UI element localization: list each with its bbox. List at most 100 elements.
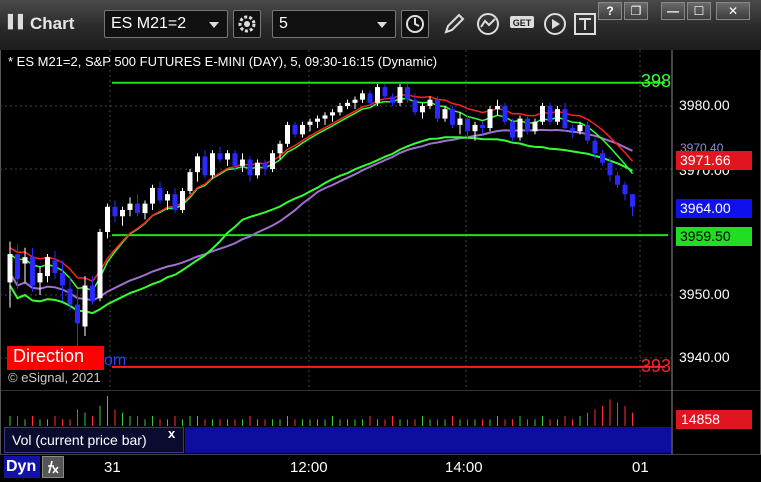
settings-button[interactable] bbox=[233, 10, 261, 38]
candle-body bbox=[127, 203, 133, 210]
volume-close-icon[interactable]: x bbox=[168, 426, 175, 441]
price-plot[interactable] bbox=[0, 50, 761, 390]
x-tick-31: 31 bbox=[104, 459, 121, 476]
candle-body bbox=[285, 124, 290, 144]
candle-body bbox=[75, 304, 80, 324]
moving-averages bbox=[9, 94, 634, 315]
candle-body bbox=[450, 109, 455, 125]
candle-body bbox=[570, 128, 575, 132]
close-button[interactable]: ✕ bbox=[716, 2, 750, 20]
red-line-tag: 3971.66 bbox=[676, 151, 752, 170]
gear-icon bbox=[238, 15, 256, 33]
candle-body bbox=[412, 99, 418, 113]
symbol-dropdown[interactable]: ES M21=2 bbox=[104, 10, 228, 38]
volume-highlight-strip bbox=[185, 427, 671, 453]
red-ma-line bbox=[9, 94, 634, 283]
text-tool-icon bbox=[574, 13, 596, 35]
candle-body bbox=[7, 254, 13, 283]
candle-body bbox=[82, 285, 88, 327]
candle-body bbox=[195, 156, 200, 173]
candle-body bbox=[367, 93, 373, 103]
chart-title: * ES M21=2, S&P 500 FUTURES E-MINI (DAY)… bbox=[8, 54, 438, 69]
purple-ma-line bbox=[9, 128, 633, 302]
candle-body bbox=[97, 232, 103, 299]
candle-body bbox=[472, 124, 478, 132]
candle-body bbox=[247, 159, 253, 176]
candle-body bbox=[442, 109, 448, 119]
candle-body bbox=[187, 172, 193, 192]
draw-tool-button[interactable] bbox=[440, 10, 468, 38]
copyright-watermark: © eSignal, 2021 bbox=[8, 370, 101, 385]
candle-body bbox=[547, 106, 553, 122]
candle-body bbox=[405, 87, 410, 100]
dynamic-toggle-icon[interactable] bbox=[42, 456, 64, 478]
candle-body bbox=[532, 121, 538, 132]
candle-body bbox=[375, 87, 380, 103]
candle-body bbox=[322, 115, 328, 119]
pencil-icon bbox=[444, 13, 465, 34]
candle-body bbox=[315, 118, 320, 122]
candle-body bbox=[487, 109, 493, 129]
candle-body bbox=[502, 106, 508, 122]
get-label: GET bbox=[513, 18, 532, 28]
toolbar: ▌▌ Chart ES M21=2 5 GET ? ❐ — ☐ ✕ bbox=[0, 0, 761, 50]
fx-icon bbox=[48, 460, 59, 474]
interval-dropdown[interactable]: 5 bbox=[272, 10, 396, 38]
interval-value: 5 bbox=[279, 15, 288, 32]
candle-body bbox=[585, 124, 590, 141]
candle-body bbox=[45, 257, 50, 277]
candle-body bbox=[202, 156, 208, 176]
direction-tail: om bbox=[104, 352, 127, 369]
candle-body bbox=[345, 102, 350, 106]
studies-button[interactable] bbox=[474, 10, 502, 38]
candle-body bbox=[255, 162, 260, 176]
symbol-value: ES M21=2 bbox=[111, 15, 187, 32]
help-button[interactable]: ? bbox=[598, 2, 622, 20]
green-line-tag: 3959.50 bbox=[676, 227, 752, 246]
candle-body bbox=[360, 93, 365, 100]
candle-body bbox=[157, 187, 163, 201]
get-data-button[interactable]: GET bbox=[507, 10, 535, 38]
maximize-button[interactable]: ☐ bbox=[687, 2, 711, 20]
restore-button[interactable]: ❐ bbox=[624, 2, 648, 20]
x-tick-1200: 12:00 bbox=[290, 459, 328, 476]
candle-body bbox=[142, 203, 148, 214]
candle-body bbox=[277, 143, 283, 154]
candle-body bbox=[562, 109, 568, 129]
play-button[interactable] bbox=[541, 10, 569, 38]
candle-body bbox=[165, 194, 170, 201]
play-icon bbox=[544, 13, 566, 35]
volume-legend: Vol (current price bar) bbox=[4, 427, 184, 453]
x-tick-01: 01 bbox=[632, 459, 649, 476]
last-price-tag: 3964.00 bbox=[676, 199, 752, 218]
candle-body bbox=[352, 99, 358, 103]
y-tick-3940: 3940.00 bbox=[679, 349, 730, 365]
candle-body bbox=[300, 124, 305, 135]
candle-body bbox=[240, 159, 245, 166]
candle-body bbox=[15, 254, 20, 280]
candles bbox=[7, 83, 635, 352]
candle-body bbox=[382, 87, 388, 97]
candle-body bbox=[135, 203, 140, 214]
candle-body bbox=[270, 153, 275, 169]
study-chart-icon bbox=[477, 13, 499, 35]
candle-body bbox=[435, 99, 440, 119]
candle-body bbox=[390, 96, 395, 103]
dynamic-label: Dyn bbox=[6, 458, 37, 475]
window-title: Chart bbox=[30, 14, 75, 33]
candle-body bbox=[105, 206, 110, 232]
candle-body bbox=[292, 124, 298, 135]
candle-body bbox=[615, 175, 620, 185]
upper-level-label: 398 bbox=[641, 71, 672, 91]
candle-body bbox=[510, 121, 515, 138]
text-tool-button[interactable] bbox=[571, 10, 599, 38]
y-tick-3950: 3950.00 bbox=[679, 286, 730, 302]
candle-body bbox=[600, 153, 605, 163]
time-button[interactable] bbox=[401, 10, 429, 38]
candle-body bbox=[457, 118, 463, 125]
drag-grip-icon[interactable]: ▌▌ bbox=[8, 15, 28, 30]
candle-body bbox=[495, 106, 500, 110]
candle-body bbox=[172, 194, 178, 210]
minimize-button[interactable]: — bbox=[661, 2, 685, 20]
candle-body bbox=[525, 118, 530, 132]
